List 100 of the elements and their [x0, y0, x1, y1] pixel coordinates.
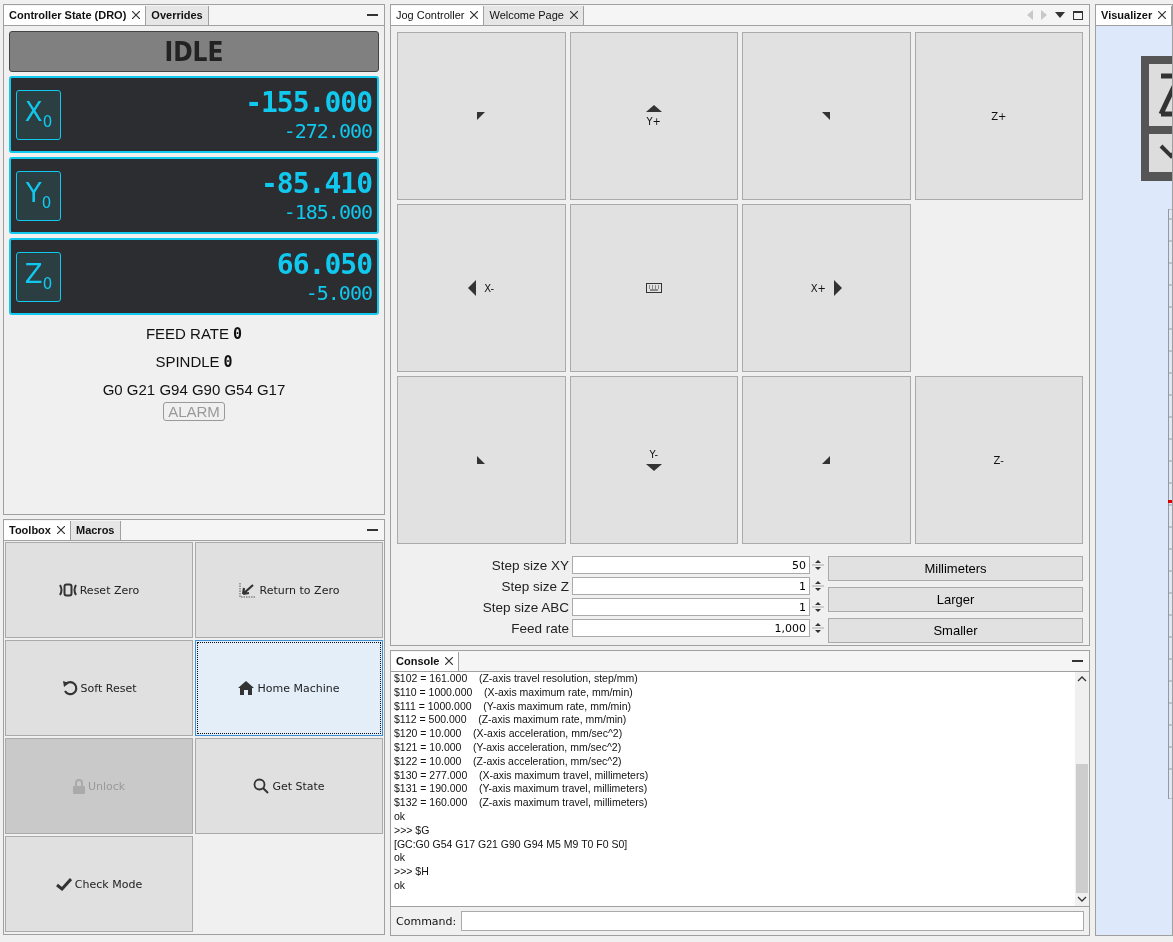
jog-option-button[interactable]: Millimeters	[828, 556, 1083, 581]
panel-tab[interactable]: Macros	[70, 520, 121, 540]
visualizer-canvas[interactable]	[1096, 26, 1172, 935]
spindle-label: SPINDLE	[155, 353, 220, 371]
close-icon[interactable]	[56, 526, 65, 534]
toolbox-button[interactable]: Home Machine	[195, 640, 383, 736]
spindle-value: 0	[223, 353, 233, 371]
console-line: $130 = 277.000 (X-axis maximum travel, millimeters)	[394, 768, 650, 783]
jog-button[interactable]	[397, 32, 566, 200]
console-line: ok	[394, 809, 407, 824]
work-position: -155.000	[245, 86, 372, 119]
panel-tab[interactable]: Console	[391, 651, 460, 671]
feed-rate-label: FEED RATE	[145, 325, 229, 343]
close-icon[interactable]	[569, 11, 578, 19]
spinner-arrows-icon	[812, 557, 824, 573]
spinner-arrows-icon	[812, 599, 824, 615]
machine-state-banner: IDLE	[9, 31, 379, 72]
scroll-right-icon[interactable]	[1041, 10, 1047, 20]
panel-tab[interactable]: Visualizer	[1096, 5, 1173, 25]
console-line: >>> $H	[394, 865, 430, 879]
diagonal-arrow-icon	[477, 456, 486, 464]
reset-zero-icon	[58, 583, 77, 597]
toolbox-button[interactable]: Soft Reset	[5, 640, 193, 736]
keyboard-icon	[645, 283, 662, 293]
diagonal-arrow-icon	[822, 112, 831, 120]
console-line: [GC:G0 G54 G17 G21 G90 G94 M5 M9 T0 F0 S0]	[394, 837, 629, 852]
left-triangle-icon	[468, 280, 477, 296]
field-label: Step size Z	[500, 578, 569, 594]
gcode-state-text: G0 G21 G94 G90 G54 G17	[102, 381, 286, 398]
jog-button[interactable]: X+	[742, 204, 911, 372]
console-line: ok	[394, 851, 407, 866]
feed-rate-value: 0	[233, 325, 243, 343]
search-icon	[253, 778, 270, 794]
jog-button[interactable]: X-	[397, 204, 566, 372]
console-line: $111 = 1000.000 (Y-axis maximum rate, mm/min)	[394, 699, 633, 714]
toolbox-button[interactable]: Check Mode	[5, 836, 193, 932]
console-line: $121 = 10.000 (Y-axis acceleration, mm/sec^2)	[394, 741, 623, 755]
command-input[interactable]	[461, 911, 1084, 931]
close-icon[interactable]	[445, 657, 454, 665]
panel-tab[interactable]: Welcome Page	[484, 5, 584, 25]
console-line: >>> $G	[394, 823, 431, 838]
up-triangle-icon	[645, 105, 662, 112]
console-line: $131 = 190.000 (Y-axis maximum travel, millimeters)	[394, 782, 649, 797]
zero-axis-button[interactable]: X$_{0}$	[16, 89, 61, 140]
minimize-icon[interactable]	[1072, 660, 1083, 662]
toolbox-button[interactable]: Reset Zero	[5, 542, 193, 638]
console-line: $122 = 10.000 (Z-axis acceleration, mm/sec^2)	[394, 754, 623, 769]
lock-icon	[72, 778, 85, 794]
console-line: $120 = 10.000 (X-axis acceleration, mm/sec^2)	[394, 727, 624, 741]
scrollbar[interactable]	[1075, 672, 1089, 906]
reset-icon	[61, 680, 78, 696]
jog-button[interactable]: Y+	[569, 32, 738, 200]
panel-tab[interactable]: Controller State (DRO)	[4, 5, 147, 25]
field-label: Step size XY	[490, 557, 569, 573]
minimize-icon[interactable]	[367, 529, 378, 531]
console-line: $102 = 161.000 (Z-axis travel resolution, step/mm)	[394, 672, 639, 686]
zero-axis-button[interactable]: Z$_{0}$	[16, 251, 61, 302]
machine-position: -272.000	[283, 119, 372, 143]
jog-button[interactable]: Z-	[914, 376, 1083, 544]
field-label: Feed rate	[510, 620, 569, 636]
close-icon[interactable]	[1158, 11, 1167, 19]
panel-tab[interactable]: Overrides	[146, 5, 209, 25]
return-to-zero-icon	[238, 582, 257, 598]
dropdown-icon[interactable]	[1055, 12, 1065, 18]
jog-button[interactable]	[397, 376, 566, 544]
jog-button[interactable]: Z+	[914, 32, 1083, 200]
right-triangle-icon	[833, 280, 842, 296]
console-line: ok	[394, 878, 407, 893]
down-triangle-icon	[645, 464, 662, 471]
jog-button[interactable]: Y-	[569, 376, 738, 544]
jog-option-button[interactable]: Larger	[828, 587, 1083, 612]
console-line: $132 = 160.000 (Z-axis maximum travel, millimeters)	[394, 796, 649, 810]
jog-button[interactable]	[742, 376, 911, 544]
diagonal-arrow-icon	[822, 456, 831, 464]
jog-option-button[interactable]: Smaller	[828, 618, 1083, 643]
jog-button[interactable]	[569, 204, 738, 372]
maximize-icon[interactable]	[1073, 10, 1083, 20]
scroll-up-icon	[1077, 676, 1087, 682]
console-line: $110 = 1000.000 (X-axis maximum rate, mm/min)	[394, 685, 634, 700]
work-position: -85.410	[261, 167, 372, 200]
close-icon[interactable]	[132, 11, 141, 19]
home-icon	[238, 681, 255, 695]
scroll-down-icon	[1077, 896, 1087, 902]
toolbox-button[interactable]: Get State	[195, 738, 383, 834]
toolbox-button[interactable]: Return to Zero	[195, 542, 383, 638]
close-icon[interactable]	[470, 11, 479, 19]
scroll-left-icon[interactable]	[1027, 10, 1033, 20]
panel-tab[interactable]: Jog Controller	[391, 5, 485, 25]
diagonal-arrow-icon	[477, 112, 486, 120]
panel-tab[interactable]: Toolbox	[4, 520, 71, 540]
spinner-arrows-icon	[812, 620, 824, 636]
work-position: 66.050	[276, 248, 372, 281]
console-line: $112 = 500.000 (Z-axis maximum rate, mm/min)	[394, 713, 628, 728]
jog-button[interactable]	[742, 32, 911, 200]
minimize-icon[interactable]	[367, 14, 378, 16]
spinner-arrows-icon	[812, 578, 824, 594]
zero-axis-button[interactable]: Y$_{0}$	[16, 170, 61, 221]
machine-position: -185.000	[283, 200, 372, 224]
command-label: Command:	[396, 914, 457, 928]
machine-position: -5.000	[305, 281, 372, 305]
